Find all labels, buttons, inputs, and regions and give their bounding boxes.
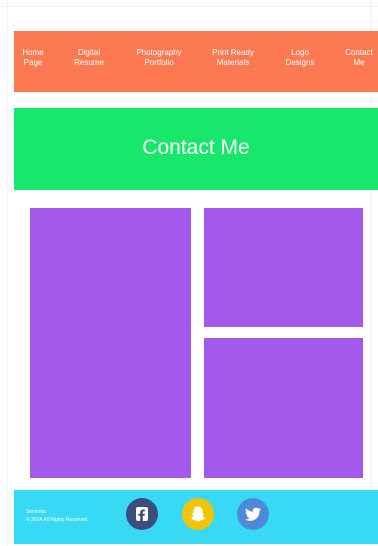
snapchat-icon[interactable] xyxy=(182,498,214,530)
left-frame-line xyxy=(7,0,8,546)
nav-contact-me-line1: Contact xyxy=(345,48,373,57)
footer-line-2: © 2014 All Rights Reserved xyxy=(26,517,88,523)
twitter-icon[interactable] xyxy=(237,498,269,530)
nav-digital-resume-line1: Digital xyxy=(77,48,101,57)
nav-print-ready-materials-line2: Materials xyxy=(216,58,250,67)
footer-line-1: Seniorita xyxy=(26,509,46,515)
top-strip xyxy=(0,0,378,7)
content-tile-bottom-right[interactable] xyxy=(204,338,363,478)
nav-logo-designs[interactable]: Logo Designs xyxy=(278,48,322,68)
nav-logo-designs-line1: Logo xyxy=(291,48,309,57)
nav-print-ready-materials[interactable]: Print Ready Materials xyxy=(204,48,262,68)
nav-contact-me-line2: Me xyxy=(353,58,365,67)
nav-home-line1: Home xyxy=(22,48,44,57)
footer-note: Seniorita © 2014 All Rights Reserved xyxy=(26,508,87,524)
content-tile-top-right[interactable] xyxy=(204,208,363,327)
contact-banner: Contact Me xyxy=(14,108,378,190)
nav-contact-me[interactable]: Contact Me xyxy=(340,48,378,68)
nav-print-ready-materials-line1: Print Ready xyxy=(212,48,254,57)
nav-logo-designs-line2: Designs xyxy=(285,58,315,67)
page-title: Contact Me xyxy=(142,136,250,159)
nav-digital-resume[interactable]: Digital Resume xyxy=(70,48,108,68)
nav-photography-portfolio-line2: Portfolio xyxy=(144,58,174,67)
content-tile-large[interactable] xyxy=(30,208,191,478)
main-nav: Home Page Digital Resume Photography Por… xyxy=(14,31,378,92)
facebook-icon[interactable] xyxy=(126,498,158,530)
nav-photography-portfolio[interactable]: Photography Portfolio xyxy=(130,48,188,68)
nav-photography-portfolio-line1: Photography xyxy=(136,48,182,57)
nav-home-line2: Page xyxy=(23,58,43,67)
nav-digital-resume-line2: Resume xyxy=(74,58,104,67)
nav-home[interactable]: Home Page xyxy=(14,48,52,68)
footer: Seniorita © 2014 All Rights Reserved xyxy=(14,490,378,544)
